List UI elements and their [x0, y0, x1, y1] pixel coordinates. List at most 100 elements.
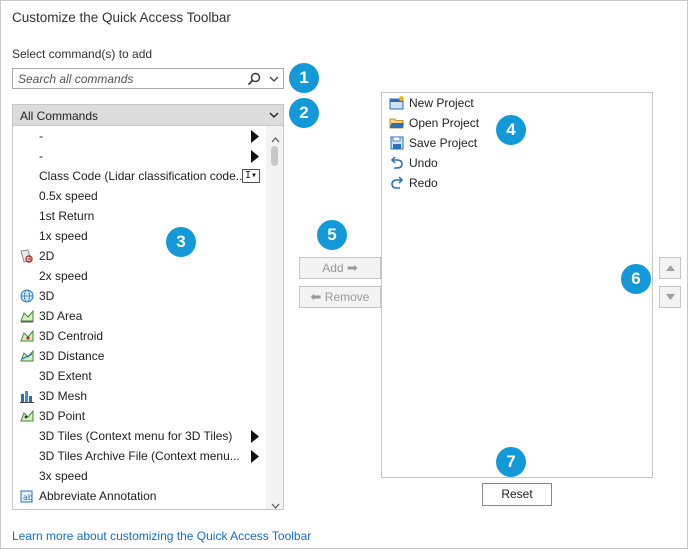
command-label: 3D Distance: [39, 349, 105, 363]
customize-qat-dialog: Customize the Quick Access Toolbar Selec…: [0, 0, 688, 549]
command-item[interactable]: 3D Tiles Archive File (Context menu...: [13, 446, 266, 466]
command-label: 0.5x speed: [39, 189, 98, 203]
remove-button-label: Remove: [324, 290, 370, 304]
new-project-icon: [389, 95, 405, 111]
add-button-label: Add: [322, 261, 344, 275]
svg-text:ab: ab: [23, 493, 33, 502]
command-item[interactable]: 3D Tiles (Context menu for 3D Tiles): [13, 426, 266, 446]
command-item[interactable]: ab Abbreviate Annotation: [13, 486, 266, 506]
abbreviate-annotation-icon: ab: [19, 488, 35, 504]
3d-area-icon: [19, 308, 35, 324]
undo-icon: [389, 155, 405, 171]
3d-distance-icon: [19, 348, 35, 364]
command-label: 1st Return: [39, 209, 95, 223]
save-project-icon: [389, 135, 405, 151]
submenu-arrow-icon: [250, 450, 260, 463]
callout-badge-4: 4: [496, 115, 526, 145]
move-down-button[interactable]: [659, 286, 681, 308]
command-item[interactable]: 3D Distance: [13, 346, 266, 366]
callout-badge-2: 2: [289, 98, 319, 128]
command-item[interactable]: Class Code (Lidar classification code...…: [13, 166, 266, 186]
command-category-dropdown[interactable]: All Commands: [12, 104, 284, 126]
select-commands-label: Select command(s) to add: [12, 47, 153, 61]
toolbar-item[interactable]: Undo: [382, 153, 652, 173]
category-selected-value: All Commands: [20, 109, 99, 123]
callout-badge-7: 7: [496, 447, 526, 477]
command-item[interactable]: 0.5x speed: [13, 186, 266, 206]
command-item[interactable]: 2x speed: [13, 266, 266, 286]
command-label: 3D: [39, 289, 55, 303]
3d-mesh-icon: [19, 388, 35, 404]
add-button[interactable]: Add ➡: [299, 257, 381, 279]
submenu-arrow-icon: [250, 150, 260, 163]
command-label: 1x speed: [39, 229, 88, 243]
command-item[interactable]: 3x speed: [13, 466, 266, 486]
command-item[interactable]: 3D Mesh: [13, 386, 266, 406]
2d-map-icon: [19, 248, 35, 264]
search-input[interactable]: [13, 69, 238, 88]
search-box: [12, 68, 284, 89]
open-project-icon: [389, 115, 405, 131]
search-options-chevron-icon[interactable]: [267, 72, 281, 86]
triangle-up-icon: [666, 265, 675, 271]
search-icon[interactable]: [246, 71, 262, 87]
learn-more-link[interactable]: Learn more about customizing the Quick A…: [12, 529, 311, 543]
command-label: 3D Centroid: [39, 329, 104, 343]
command-item[interactable]: 3D Area: [13, 306, 266, 326]
command-item[interactable]: 3D: [13, 286, 266, 306]
command-item[interactable]: 1st Return: [13, 206, 266, 226]
command-label: 3D Point: [39, 409, 86, 423]
move-up-button[interactable]: [659, 257, 681, 279]
command-label: 3x speed: [39, 469, 88, 483]
scroll-up-icon[interactable]: [271, 132, 280, 143]
commands-scrollbar[interactable]: [266, 126, 283, 509]
callout-badge-6: 6: [621, 264, 651, 294]
toolbar-item-label: Save Project: [409, 136, 478, 150]
command-label: -: [39, 149, 43, 163]
submenu-arrow-icon: [250, 430, 260, 443]
command-item[interactable]: 3D Centroid: [13, 326, 266, 346]
toolbar-item[interactable]: Redo: [382, 173, 652, 193]
toolbar-item[interactable]: New Project: [382, 93, 652, 113]
arrow-right-icon: ➡: [346, 260, 358, 275]
command-item[interactable]: 1x speed: [13, 226, 266, 246]
command-label: 3D Extent: [39, 369, 92, 383]
3d-globe-icon: [19, 288, 35, 304]
dialog-title: Customize the Quick Access Toolbar: [12, 10, 231, 25]
command-label: 2D: [39, 249, 55, 263]
command-label: 3D Tiles (Context menu for 3D Tiles): [39, 429, 233, 443]
command-item[interactable]: 2D: [13, 246, 266, 266]
triangle-down-icon: [666, 294, 675, 300]
3d-point-icon: [19, 408, 35, 424]
submenu-arrow-icon: [250, 130, 260, 143]
toolbar-item-label: New Project: [409, 96, 474, 110]
3d-centroid-icon: [19, 328, 35, 344]
available-commands-list[interactable]: - - Class Code (Lidar classification cod…: [12, 126, 284, 510]
command-label: Class Code (Lidar classification code...: [39, 169, 246, 183]
command-item[interactable]: 3D Point: [13, 406, 266, 426]
redo-icon: [389, 175, 405, 191]
class-code-control[interactable]: I▾: [242, 169, 260, 183]
callout-badge-5: 5: [317, 220, 347, 250]
toolbar-item-label: Undo: [409, 156, 438, 170]
scroll-down-icon[interactable]: [271, 498, 280, 509]
arrow-left-icon: ⬅: [310, 289, 322, 304]
callout-badge-3: 3: [166, 227, 196, 257]
chevron-down-icon: [268, 109, 280, 121]
command-label: Abbreviate Annotation: [39, 489, 157, 503]
toolbar-item-label: Redo: [409, 176, 438, 190]
command-label: 3D Mesh: [39, 389, 88, 403]
scroll-thumb[interactable]: [271, 146, 278, 166]
reset-button[interactable]: Reset: [482, 483, 552, 506]
command-label: 2x speed: [39, 269, 88, 283]
command-item[interactable]: -: [13, 146, 266, 166]
remove-button[interactable]: ⬅ Remove: [299, 286, 381, 308]
command-label: -: [39, 129, 43, 143]
quick-access-toolbar-list[interactable]: New Project Open Project Save Project Un…: [381, 92, 653, 478]
callout-badge-1: 1: [289, 63, 319, 93]
command-item[interactable]: 3D Extent: [13, 366, 266, 386]
toolbar-item-label: Open Project: [409, 116, 480, 130]
command-label: 3D Area: [39, 309, 83, 323]
command-label: 3D Tiles Archive File (Context menu...: [39, 449, 240, 463]
command-item[interactable]: -: [13, 126, 266, 146]
